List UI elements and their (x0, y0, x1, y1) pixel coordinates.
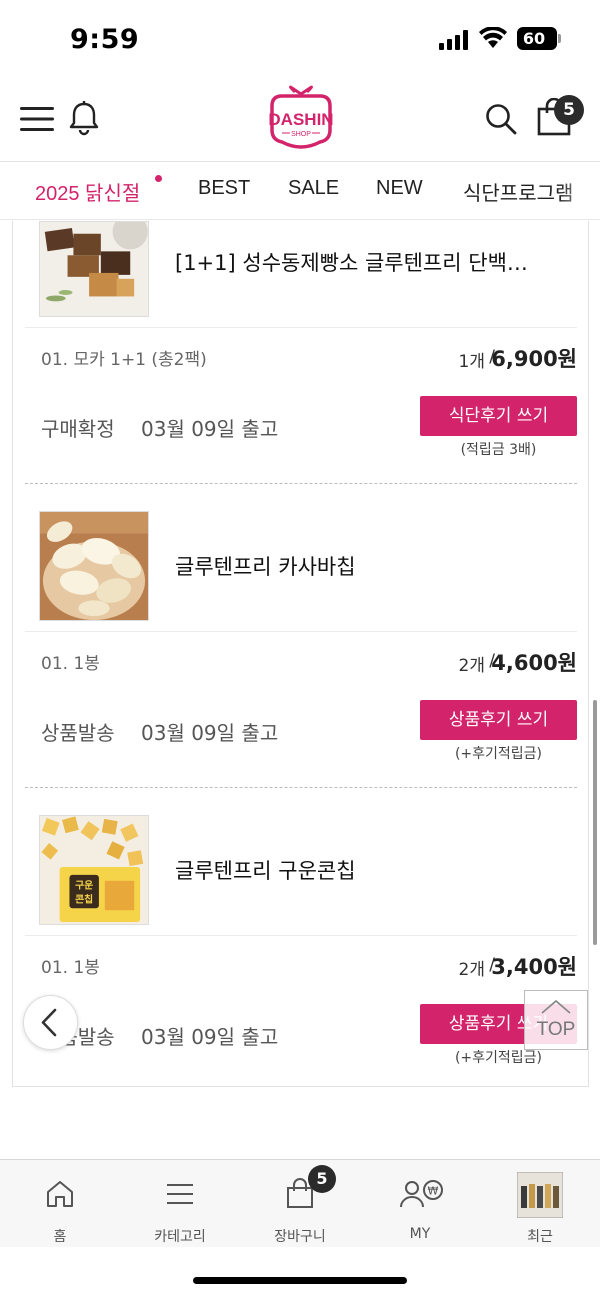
back-button[interactable] (23, 995, 78, 1050)
option-name: 01. 모카 1+1 (총2팩) (41, 350, 207, 370)
package-label-line1: 구운 (75, 880, 93, 892)
battery-level: 60 (522, 29, 546, 48)
review-reward-note: (적립금 3배) (460, 442, 537, 458)
battery-nub (558, 34, 561, 43)
cart-tab-badge: 5 (308, 1165, 336, 1193)
tab-new[interactable]: NEW (376, 177, 423, 200)
order-status: 상품발송 (41, 721, 115, 745)
order-status: 구매확정 (41, 417, 115, 441)
scroll-to-top-label: TOP (536, 1019, 576, 1040)
scrollbar[interactable] (593, 700, 597, 945)
tab-home-label: 홈 (53, 1229, 67, 1245)
option-name: 01. 1봉 (41, 958, 100, 978)
status-time: 9:59 (70, 24, 140, 55)
price: 3,400원 (491, 955, 577, 979)
divider (25, 935, 577, 936)
home-icon (47, 1181, 73, 1207)
review-reward-note: (+후기적립금) (454, 1050, 543, 1066)
item-separator (25, 483, 577, 484)
won-glyph: ₩ (428, 1185, 439, 1198)
battery-icon: 60 (517, 27, 557, 50)
chevron-up-icon (541, 999, 571, 1014)
dashin-logo[interactable]: DASHIN SHOP (262, 84, 340, 154)
tab-recent-label: 최근 (527, 1229, 553, 1245)
home-indicator-area (0, 1247, 600, 1298)
app-header: DASHIN SHOP (0, 78, 600, 162)
tab-2025-festival[interactable]: 2025 닭신절 (35, 177, 140, 206)
order-item: 구운 콘칩 글루텐프리 구운콘칩 01. 1봉 2개 / 3,400원 상품발송… (25, 815, 577, 1087)
cellular-signal-icon (439, 30, 468, 50)
quantity: 1개 (458, 352, 485, 372)
tab-diet-program[interactable]: 식단프로그램 (463, 177, 573, 206)
search-icon[interactable] (484, 102, 518, 136)
tab-cart-label: 장바구니 (274, 1229, 326, 1245)
tab-cart[interactable]: 장바구니 (240, 1160, 360, 1248)
status-bar: 9:59 60 (0, 0, 600, 78)
write-product-review-button[interactable]: 상품후기 쓰기 (420, 700, 577, 740)
divider (25, 631, 577, 632)
divider (25, 327, 577, 328)
order-list: [1+1] 성수동제빵소 글루텐프리 단백… 01. 모카 1+1 (총2팩) … (12, 221, 589, 1087)
product-name[interactable]: 글루텐프리 카사바칩 (175, 551, 575, 581)
order-item: [1+1] 성수동제빵소 글루텐프리 단백… 01. 모카 1+1 (총2팩) … (25, 221, 577, 483)
tab-home[interactable]: 홈 (0, 1160, 120, 1248)
nav-fade (560, 163, 600, 219)
logo-subtext: SHOP (291, 131, 311, 138)
product-name[interactable]: [1+1] 성수동제빵소 글루텐프리 단백… (175, 247, 575, 277)
list-icon (167, 1184, 193, 1204)
quantity: 2개 (458, 960, 485, 980)
option-name: 01. 1봉 (41, 654, 100, 674)
ship-date: 03월 09일 출고 (141, 1025, 279, 1049)
home-indicator[interactable] (193, 1277, 407, 1284)
user-won-icon: ₩ (400, 1180, 443, 1208)
product-image-cassava-chips[interactable] (39, 511, 149, 621)
bottom-tab-bar: 홈 카테고리 장바구니 ₩ MY 최근 (0, 1159, 600, 1247)
package-label-line2: 콘칩 (75, 892, 93, 905)
recent-product-thumbnail (517, 1172, 563, 1218)
write-diet-review-button[interactable]: 식단후기 쓰기 (420, 396, 577, 436)
new-indicator-dot (155, 175, 162, 182)
tab-sale[interactable]: SALE (288, 177, 339, 200)
cart-count-badge: 5 (554, 95, 584, 125)
logo-text: DASHIN (268, 110, 333, 129)
tab-my-label: MY (409, 1226, 431, 1242)
menu-icon[interactable] (20, 106, 54, 132)
item-separator (25, 787, 577, 788)
tab-category-label: 카테고리 (154, 1229, 206, 1245)
ship-date: 03월 09일 출고 (141, 721, 279, 745)
ship-date: 03월 09일 출고 (141, 417, 279, 441)
tab-best[interactable]: BEST (198, 177, 250, 200)
category-nav: 2025 닭신절 BEST SALE NEW 식단프로그램 (0, 163, 600, 220)
wifi-icon (479, 27, 507, 48)
price: 6,900원 (491, 347, 577, 371)
review-reward-note: (+후기적립금) (454, 746, 543, 762)
quantity: 2개 (458, 656, 485, 676)
chevron-left-icon (41, 1008, 57, 1037)
bell-icon[interactable] (68, 100, 100, 136)
tab-my[interactable]: ₩ MY (360, 1160, 480, 1248)
product-image-corn-chips[interactable]: 구운 콘칩 (39, 815, 149, 925)
product-name[interactable]: 글루텐프리 구운콘칩 (175, 855, 575, 885)
product-image-brownie[interactable] (39, 221, 149, 317)
order-item: 글루텐프리 카사바칩 01. 1봉 2개 / 4,600원 상품발송 03월 0… (25, 511, 577, 787)
tab-recent[interactable]: 최근 (480, 1160, 600, 1248)
price: 4,600원 (491, 651, 577, 675)
scroll-to-top-button[interactable]: TOP (524, 990, 588, 1050)
tab-category[interactable]: 카테고리 (120, 1160, 240, 1248)
